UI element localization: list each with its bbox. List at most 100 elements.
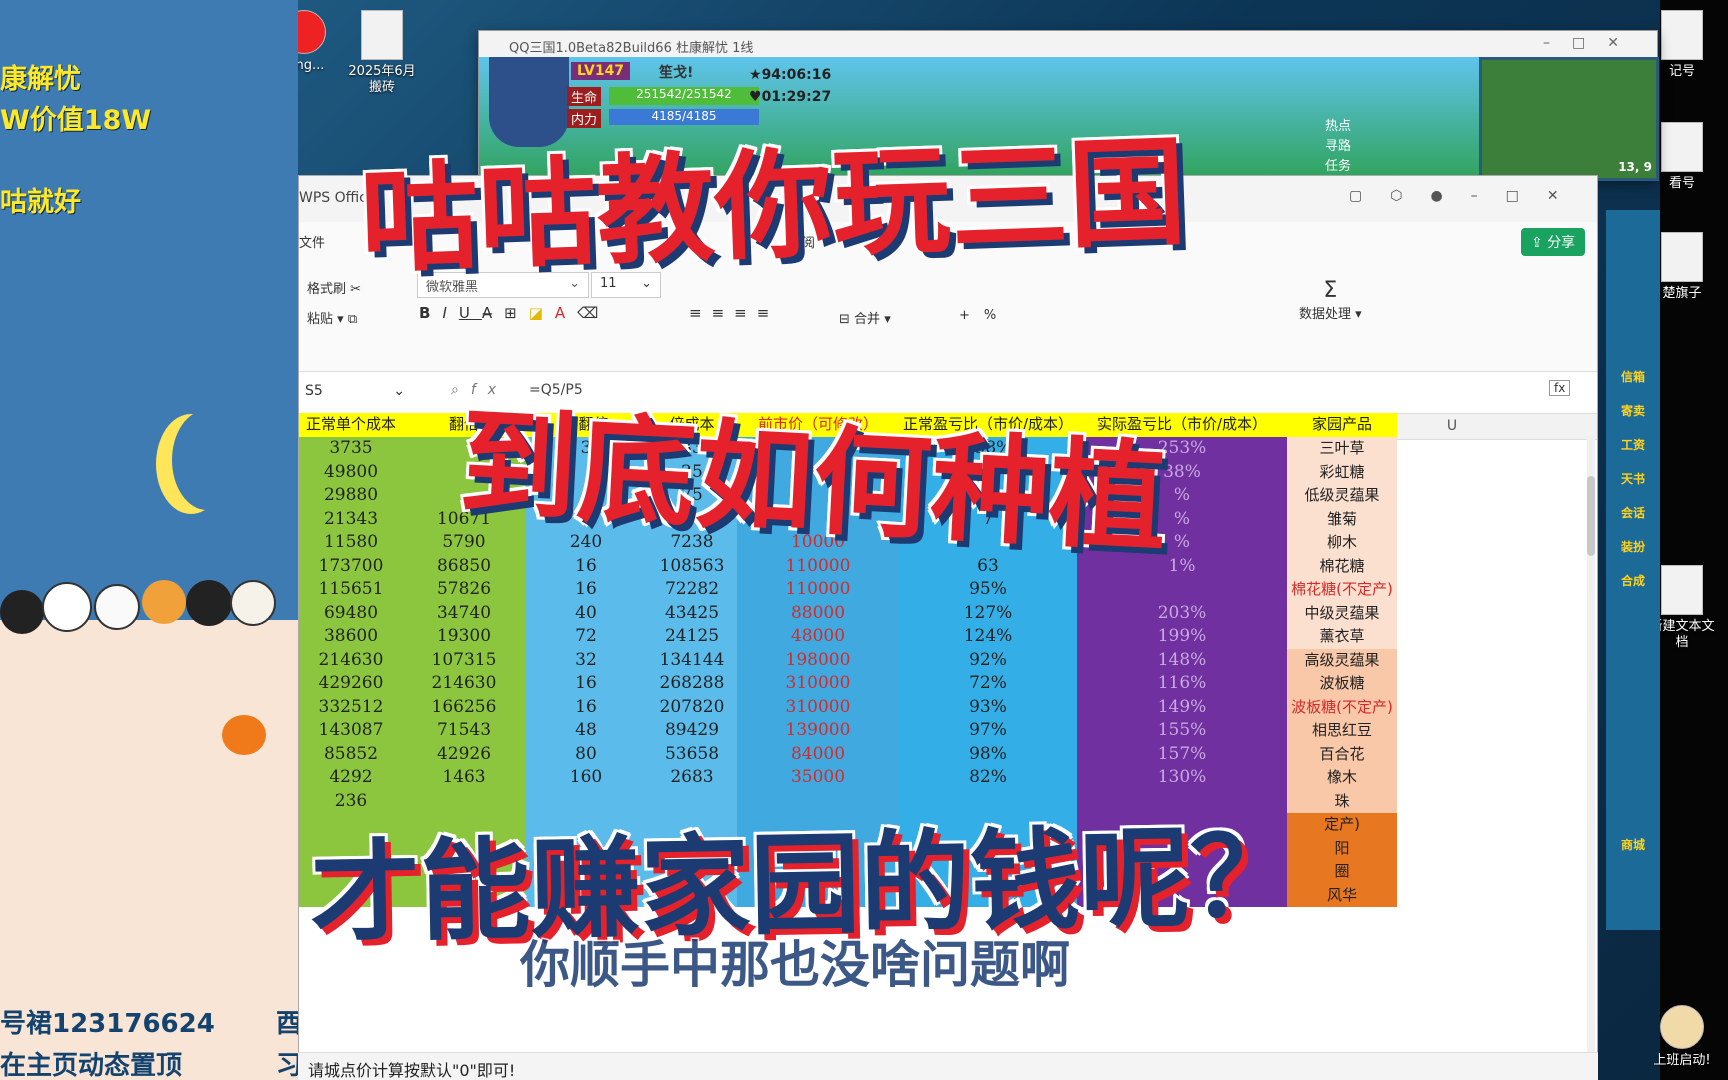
align-right-icon[interactable]: ≡	[734, 304, 757, 322]
table-cell-O[interactable]: 48	[525, 719, 647, 743]
table-cell-T[interactable]: 中级灵蕴果	[1287, 601, 1397, 625]
table-cell-T[interactable]: 柳木	[1287, 531, 1397, 555]
table-cell-Q[interactable]: 310000	[737, 672, 899, 696]
scrollbar-thumb[interactable]	[1587, 476, 1595, 556]
menu-compose[interactable]: 合成	[1606, 564, 1660, 598]
bold-icon[interactable]: B	[419, 304, 442, 322]
table-cell-M[interactable]: 115651	[299, 578, 403, 602]
side-quick-links[interactable]: 热点 寻路 任务	[1291, 117, 1351, 177]
merge-button[interactable]: ⊟ 合并 ▾	[839, 308, 891, 327]
number-format-toolbar[interactable]: +%	[959, 308, 1010, 323]
table-cell-P[interactable]: 72282	[647, 578, 737, 602]
header-cell-M[interactable]: 正常单个成本	[299, 413, 403, 437]
menu-shop[interactable]: 商城	[1606, 828, 1660, 862]
table-cell-P[interactable]: 53658	[647, 742, 737, 766]
menu-book[interactable]: 天书	[1606, 462, 1660, 496]
table-cell-R[interactable]: 95%	[899, 578, 1077, 602]
table-cell-M[interactable]: 29880	[299, 484, 403, 508]
table-cell-S[interactable]: 199%	[1077, 625, 1287, 649]
table-cell-Q[interactable]: 139000	[737, 719, 899, 743]
desktop-icon-folder[interactable]: 2025年6月 搬砖	[340, 10, 424, 96]
table-cell-N[interactable]: 166256	[403, 695, 525, 719]
table-cell-T[interactable]: 波板糖	[1287, 672, 1397, 696]
table-cell-M[interactable]: 173700	[299, 554, 403, 578]
italic-icon[interactable]: I	[442, 304, 458, 322]
table-cell-N[interactable]: 71543	[403, 719, 525, 743]
table-cell-M[interactable]: 3735	[299, 437, 403, 461]
name-box[interactable]: S5 ⌄	[299, 380, 411, 406]
font-color-icon[interactable]: A	[555, 304, 577, 322]
table-cell-P[interactable]: 89429	[647, 719, 737, 743]
align-toolbar[interactable]: ≡≡≡≡	[689, 304, 779, 322]
table-cell-R[interactable]: 124%	[899, 625, 1077, 649]
table-cell-T[interactable]: 橡木	[1287, 766, 1397, 790]
table-cell-N[interactable]: 214630	[403, 672, 525, 696]
table-cell-P[interactable]: 24125	[647, 625, 737, 649]
font-style-toolbar[interactable]: BIUA̶⊞◪A⌫	[419, 304, 610, 322]
align-center-icon[interactable]: ≡	[712, 304, 735, 322]
menu-file[interactable]: 文件	[299, 232, 325, 251]
table-cell-T[interactable]: 棉花糖	[1287, 554, 1397, 578]
table-cell-Q[interactable]: 88000	[737, 601, 899, 625]
eraser-icon[interactable]: ⌫	[577, 304, 610, 322]
table-cell-O[interactable]: 72	[525, 625, 647, 649]
table-cell-T[interactable]: 薰衣草	[1287, 625, 1397, 649]
wps-window-controls[interactable]: ▢⬡●–□✕	[1349, 188, 1587, 204]
align-left-icon[interactable]: ≡	[689, 304, 712, 322]
table-cell-O[interactable]: 16	[525, 672, 647, 696]
table-cell-R[interactable]: 98%	[899, 742, 1077, 766]
table-cell-T[interactable]: 雏菊	[1287, 507, 1397, 531]
table-cell-M[interactable]: 38600	[299, 625, 403, 649]
table-cell-O[interactable]: 16	[525, 695, 647, 719]
table-cell-S[interactable]: 157%	[1077, 742, 1287, 766]
table-cell-M[interactable]: 85852	[299, 742, 403, 766]
table-cell-S[interactable]: 149%	[1077, 695, 1287, 719]
table-cell-N[interactable]: 57826	[403, 578, 525, 602]
table-cell-Q[interactable]: 48000	[737, 625, 899, 649]
table-cell-M[interactable]: 11580	[299, 531, 403, 555]
strikethrough-icon[interactable]: A̶	[482, 304, 504, 322]
table-cell-T[interactable]: 高级灵蕴果	[1287, 648, 1397, 672]
table-cell-S[interactable]	[1077, 578, 1287, 602]
table-cell-P[interactable]: 268288	[647, 672, 737, 696]
table-cell-M[interactable]: 332512	[299, 695, 403, 719]
table-cell-N[interactable]: 19300	[403, 625, 525, 649]
table-cell-R[interactable]: 127%	[899, 601, 1077, 625]
underline-icon[interactable]: U	[459, 304, 482, 322]
plus-icon[interactable]: +	[959, 308, 984, 323]
menu-chat[interactable]: 会话	[1606, 496, 1660, 530]
menu-mail[interactable]: 信箱	[1606, 360, 1660, 394]
table-cell-R[interactable]: 97%	[899, 719, 1077, 743]
table-cell-S[interactable]: 148%	[1077, 648, 1287, 672]
table-cell-N[interactable]: 1463	[403, 766, 525, 790]
table-cell-T[interactable]: 百合花	[1287, 742, 1397, 766]
table-cell-M[interactable]: 214630	[299, 648, 403, 672]
table-cell-Q[interactable]: 35000	[737, 766, 899, 790]
table-cell-T[interactable]: 三叶草	[1287, 437, 1397, 461]
paste-button[interactable]: 粘贴 ▾ ⧉	[307, 308, 357, 327]
share-button[interactable]: ⇪ 分享	[1521, 228, 1586, 256]
table-cell-T[interactable]: 棉花糖(不定产)	[1287, 578, 1397, 602]
side-link-task[interactable]: 任务	[1291, 157, 1351, 177]
table-cell-S[interactable]: 116%	[1077, 672, 1287, 696]
fill-color-icon[interactable]: ◪	[529, 304, 555, 322]
table-cell-Q[interactable]: 310000	[737, 695, 899, 719]
table-cell-O[interactable]: 16	[525, 554, 647, 578]
vertical-scrollbar[interactable]	[1587, 436, 1595, 1076]
table-cell-T[interactable]: 波板糖(不定产)	[1287, 695, 1397, 719]
table-cell-S[interactable]: 155%	[1077, 719, 1287, 743]
table-cell-O[interactable]: 160	[525, 766, 647, 790]
table-cell-N[interactable]: 86850	[403, 554, 525, 578]
minimap[interactable]: 13, 9	[1479, 57, 1659, 181]
table-cell-T[interactable]: 阳	[1287, 836, 1397, 860]
table-cell-T[interactable]: 风华	[1287, 883, 1397, 907]
table-cell-P[interactable]: 2683	[647, 766, 737, 790]
table-cell-S[interactable]: 130%	[1077, 766, 1287, 790]
table-cell-O[interactable]: 80	[525, 742, 647, 766]
menu-salary[interactable]: 工资	[1606, 428, 1660, 462]
format-painter-button[interactable]: 格式刷 ✂	[307, 278, 361, 297]
table-cell-T[interactable]: 定产)	[1287, 813, 1397, 837]
table-cell-R[interactable]: 92%	[899, 648, 1077, 672]
game-side-menu[interactable]: 信箱 寄卖 工资 天书 会话 装扮 合成 商城	[1606, 210, 1660, 930]
header-cell-T[interactable]: 家园产品	[1287, 413, 1397, 437]
